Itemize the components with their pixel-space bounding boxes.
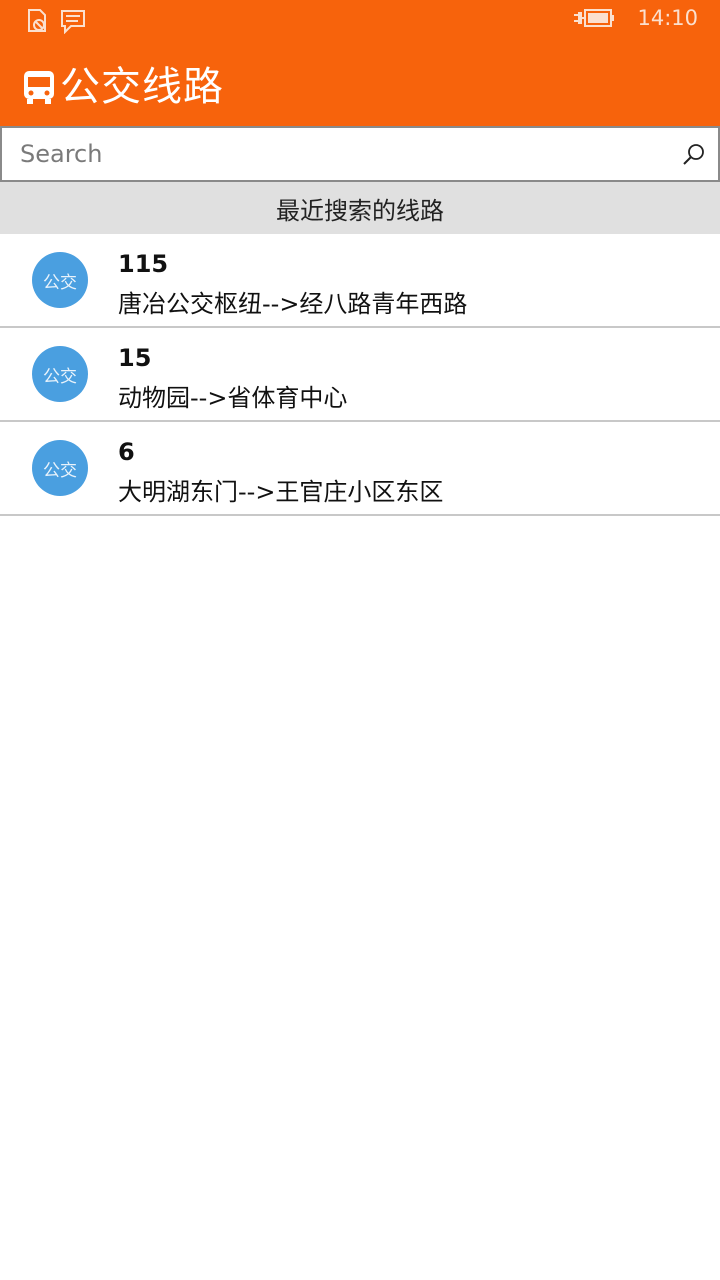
battery-saver-icon [28, 9, 46, 32]
recent-routes-list: 公交 115 唐冶公交枢纽-->经八路青年西路 公交 15 动物园-->省体育中… [0, 234, 720, 516]
status-bar: 14:10 [0, 0, 720, 44]
search-box [0, 126, 720, 182]
badge-label: 公交 [43, 460, 77, 481]
search-icon [683, 144, 704, 165]
bus-badge: 公交 [32, 346, 88, 402]
search-input[interactable] [2, 128, 662, 180]
route-number: 6 [118, 438, 135, 466]
recent-section-header: 最近搜索的线路 [0, 182, 720, 234]
list-item[interactable]: 公交 115 唐冶公交枢纽-->经八路青年西路 [0, 234, 720, 328]
search-button[interactable] [680, 140, 708, 168]
charging-battery-icon [574, 9, 615, 27]
route-number: 115 [118, 250, 169, 278]
app-title-row: 公交线路 [22, 62, 224, 112]
status-left [26, 8, 86, 34]
app-header: 14:10 公交线路 [0, 0, 720, 128]
route-path: 唐冶公交枢纽-->经八路青年西路 [118, 290, 468, 318]
route-number: 15 [118, 344, 152, 372]
list-item[interactable]: 公交 15 动物园-->省体育中心 [0, 328, 720, 422]
bus-badge: 公交 [32, 440, 88, 496]
bus-badge: 公交 [32, 252, 88, 308]
route-path: 动物园-->省体育中心 [118, 384, 348, 412]
badge-label: 公交 [43, 366, 77, 387]
route-path: 大明湖东门-->王官庄小区东区 [118, 478, 444, 506]
message-icon [61, 10, 85, 34]
status-time: 14:10 [637, 6, 698, 30]
bus-icon [24, 71, 54, 104]
status-right: 14:10 [573, 6, 698, 30]
badge-label: 公交 [43, 272, 77, 293]
section-title: 最近搜索的线路 [276, 196, 444, 225]
page-title: 公交线路 [60, 64, 224, 110]
list-item[interactable]: 公交 6 大明湖东门-->王官庄小区东区 [0, 422, 720, 516]
